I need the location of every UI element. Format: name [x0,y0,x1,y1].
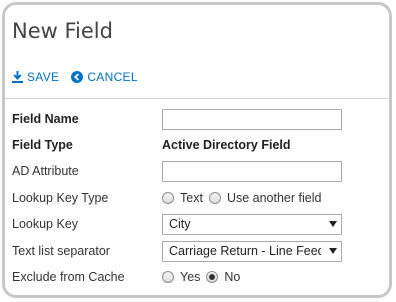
lookup-key-select[interactable]: City [162,213,342,235]
ad-attribute-row: AD Attribute [12,159,383,183]
ad-attribute-label: AD Attribute [12,164,79,178]
download-arrow-icon [12,71,23,83]
lookup-key-selected-value: City [169,217,191,231]
field-name-input[interactable] [162,108,342,130]
exclude-from-cache-yes-radio[interactable] [162,271,174,283]
exclude-from-cache-radio-group: Yes No [162,270,246,284]
lookup-key-type-text-label: Text [180,191,203,205]
toolbar-divider [5,98,389,99]
save-button[interactable]: SAVE [12,70,59,84]
field-type-label: Field Type [12,138,73,152]
dropdown-arrow-icon [329,220,337,227]
lookup-key-type-text-radio[interactable] [162,192,174,204]
lookup-key-label: Lookup Key [12,217,79,231]
text-list-separator-selected-value: Carriage Return - Line Feed [169,244,321,258]
field-type-row: Field Type Active Directory Field [12,133,383,157]
lookup-key-row: Lookup Key City [12,212,383,236]
cancel-label: CANCEL [87,70,138,84]
toolbar: SAVE CANCEL [12,69,138,85]
ad-attribute-input[interactable] [162,160,342,182]
text-list-separator-row: Text list separator Carriage Return - Li… [12,239,383,263]
exclude-from-cache-no-label: No [224,270,241,284]
lookup-key-type-another-field-radio[interactable] [208,192,221,204]
lookup-key-type-label: Lookup Key Type [12,191,109,205]
text-list-separator-label: Text list separator [12,244,110,258]
field-type-value: Active Directory Field [162,138,291,152]
exclude-from-cache-row: Exclude from Cache Yes No [12,265,383,289]
exclude-from-cache-no-radio[interactable] [206,271,219,283]
exclude-from-cache-label: Exclude from Cache [12,270,125,284]
dialog-title: New Field [12,19,113,43]
dropdown-arrow-icon [329,247,337,254]
field-name-row: Field Name [12,107,383,131]
exclude-from-cache-yes-label: Yes [180,270,201,284]
save-label: SAVE [27,70,60,84]
text-list-separator-select[interactable]: Carriage Return - Line Feed [162,240,342,262]
circle-left-arrow-icon [71,71,84,83]
lookup-key-type-row: Lookup Key Type Text Use another field [12,186,383,210]
cancel-button[interactable]: CANCEL [71,70,138,84]
lookup-key-type-radio-group: Text Use another field [162,191,327,205]
lookup-key-type-another-field-label: Use another field [226,191,322,205]
new-field-dialog: New Field SAVE CANCEL Field Name Field T… [2,2,392,298]
field-name-label: Field Name [12,112,79,126]
